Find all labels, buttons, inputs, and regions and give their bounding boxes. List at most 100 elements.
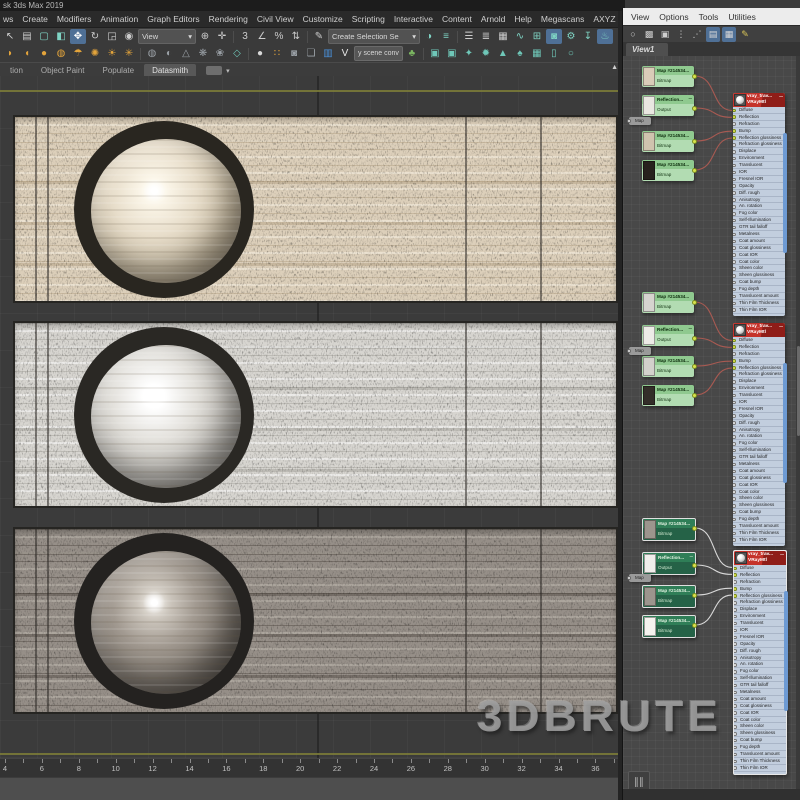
param-input-socket-icon[interactable]	[733, 490, 736, 494]
bitmap-node[interactable]: Map #214534...Bitmap	[642, 385, 694, 406]
sme-menu-item-utilities[interactable]: Utilities	[728, 12, 755, 22]
vray-ambient-light-icon[interactable]: ✺	[87, 46, 103, 61]
param-input-socket-icon[interactable]	[734, 753, 737, 757]
vray-logo-icon[interactable]: V	[337, 46, 353, 61]
grey-travertine-slab[interactable]	[13, 527, 618, 714]
window-crossing-icon[interactable]: ◧	[53, 29, 69, 44]
chevron-down-icon[interactable]: ▾	[226, 67, 230, 75]
param-input-socket-icon[interactable]	[733, 308, 736, 312]
bitmap-node[interactable]: Map #214534...Bitmap	[642, 585, 696, 608]
bitmap-node[interactable]: Map #214534...Bitmap	[642, 131, 694, 152]
output-socket-icon[interactable]	[692, 74, 697, 79]
create-selection-set-dropdown[interactable]: Create Selection Se▾	[328, 29, 420, 44]
output-map-input-slot[interactable]: Map	[629, 117, 651, 125]
param-input-socket-icon[interactable]	[734, 642, 737, 646]
param-input-socket-icon[interactable]	[733, 219, 736, 223]
output-socket-icon[interactable]	[692, 106, 697, 111]
param-input-socket-icon[interactable]	[734, 732, 737, 736]
sme-dots-icon[interactable]: ⋮	[674, 27, 688, 42]
vray-light-icon[interactable]: ◗	[2, 46, 18, 61]
param-input-socket-icon[interactable]	[733, 380, 736, 384]
bitmap-node[interactable]: Map #214534...Bitmap	[642, 292, 694, 313]
output-socket-icon[interactable]	[692, 300, 697, 305]
param-input-socket-icon[interactable]	[733, 267, 736, 271]
param-input-socket-icon[interactable]	[733, 260, 736, 264]
menu-item-5[interactable]: Rendering	[209, 14, 248, 24]
menu-item-9[interactable]: Interactive	[394, 14, 433, 24]
param-input-socket-icon[interactable]	[734, 677, 737, 681]
param-input-socket-icon[interactable]	[733, 184, 736, 188]
rendered-frame-icon[interactable]: ↧	[580, 29, 596, 44]
bitmap-node[interactable]: Map #214534...Bitmap	[642, 356, 694, 377]
output-socket-icon[interactable]	[692, 593, 697, 598]
param-input-socket-icon[interactable]	[734, 704, 737, 708]
circle-icon[interactable]: ○	[563, 46, 579, 61]
param-input-socket-icon[interactable]	[733, 470, 736, 474]
collapse-icon[interactable]: –	[780, 551, 784, 558]
param-input-socket-icon[interactable]	[733, 240, 736, 244]
sme-layout-icon[interactable]: ⋰	[690, 27, 704, 42]
render-production-icon[interactable]: ♨	[597, 29, 613, 44]
output-map-input-slot[interactable]: Map	[629, 574, 651, 582]
param-input-socket-icon[interactable]	[733, 387, 736, 391]
sme-node-canvas[interactable]: Map #214534...Bitmap Reflection...Output–…	[623, 56, 800, 789]
output-socket-icon[interactable]	[692, 623, 697, 628]
param-input-socket-icon[interactable]	[733, 302, 736, 306]
param-input-socket-icon[interactable]	[733, 143, 736, 147]
sme-show-background-icon[interactable]: ▦	[722, 27, 736, 42]
collapse-icon[interactable]: –	[779, 93, 783, 100]
output-node[interactable]: Reflection...Output–	[642, 552, 696, 575]
door-icon[interactable]: ▯	[546, 46, 562, 61]
param-input-socket-icon[interactable]	[733, 428, 736, 432]
sme-menu-item-tools[interactable]: Tools	[699, 12, 719, 22]
param-input-socket-icon[interactable]	[733, 281, 736, 285]
align-icon[interactable]: ≡	[438, 29, 454, 44]
angle-snap-icon[interactable]: ∠	[254, 29, 270, 44]
menu-item-12[interactable]: Help	[514, 14, 531, 24]
param-input-socket-icon[interactable]	[733, 274, 736, 278]
param-input-socket-icon[interactable]	[733, 191, 736, 195]
input-socket-icon[interactable]	[627, 349, 631, 353]
anima-camera2-icon[interactable]: ▣	[444, 46, 460, 61]
material-editor-icon[interactable]: ◙	[546, 29, 562, 44]
param-input-socket-icon[interactable]	[733, 373, 736, 377]
param-input-socket-icon[interactable]	[733, 518, 736, 522]
render-setup-icon[interactable]: ⚙	[563, 29, 579, 44]
rectangular-selection-icon[interactable]: ▢	[36, 29, 52, 44]
menu-item-8[interactable]: Scripting	[352, 14, 385, 24]
scene-explorer-icon[interactable]: ☰	[461, 29, 477, 44]
param-input-socket-icon[interactable]	[734, 698, 737, 702]
vray-sphere-fade-icon[interactable]: ◐	[161, 46, 177, 61]
vraymtl-node[interactable]: vray_trav...VRayMtl–DiffuseReflectionRef…	[733, 323, 785, 546]
beige-travertine-slab[interactable]	[13, 115, 618, 303]
output-node[interactable]: Reflection...Output–	[642, 95, 694, 116]
schematic-view-icon[interactable]: ⊞	[529, 29, 545, 44]
timeline-track-bar[interactable]: 4681012141618202224262830323436	[0, 758, 622, 778]
vraymtl-node[interactable]: vray_trav...VRayMtl–DiffuseReflectionRef…	[733, 550, 787, 775]
menu-item-7[interactable]: Customize	[303, 14, 343, 24]
vray-displacement-icon[interactable]: ❀	[212, 46, 228, 61]
sme-menu-item-options[interactable]: Options	[659, 12, 688, 22]
curve-editor-icon[interactable]: ∿	[512, 29, 528, 44]
ribbon-minimize-icon[interactable]: ▲	[611, 64, 618, 71]
param-input-socket-icon[interactable]	[733, 171, 736, 175]
param-input-socket-icon[interactable]	[734, 601, 737, 605]
snaps-toggle-icon[interactable]: 3	[237, 29, 253, 44]
material-preview-sphere[interactable]	[91, 551, 241, 694]
sme-checker-icon[interactable]: ▩	[642, 27, 656, 42]
named-selection-sets-icon[interactable]: ✎	[311, 29, 327, 44]
select-and-manipulate-icon[interactable]: ✛	[214, 29, 230, 44]
param-input-socket-icon[interactable]	[733, 115, 736, 119]
param-input-socket-icon[interactable]	[733, 345, 736, 349]
sme-sample-slot-icon[interactable]: ▣	[658, 27, 672, 42]
anima-trees-icon[interactable]: ▲	[495, 46, 511, 61]
param-input-socket-icon[interactable]	[733, 136, 736, 140]
param-input-socket-icon[interactable]	[733, 435, 736, 439]
vray-stereoscopic-icon[interactable]: ◍	[144, 46, 160, 61]
bitmap-node[interactable]: Map #214534...Bitmap	[642, 615, 696, 638]
param-input-socket-icon[interactable]	[733, 288, 736, 292]
param-input-socket-icon[interactable]	[734, 663, 737, 667]
anima-camera-icon[interactable]: ▣	[427, 46, 443, 61]
menu-item-11[interactable]: Arnold	[481, 14, 506, 24]
sme-pan-navigator-button[interactable]: ∥∥	[628, 771, 650, 789]
